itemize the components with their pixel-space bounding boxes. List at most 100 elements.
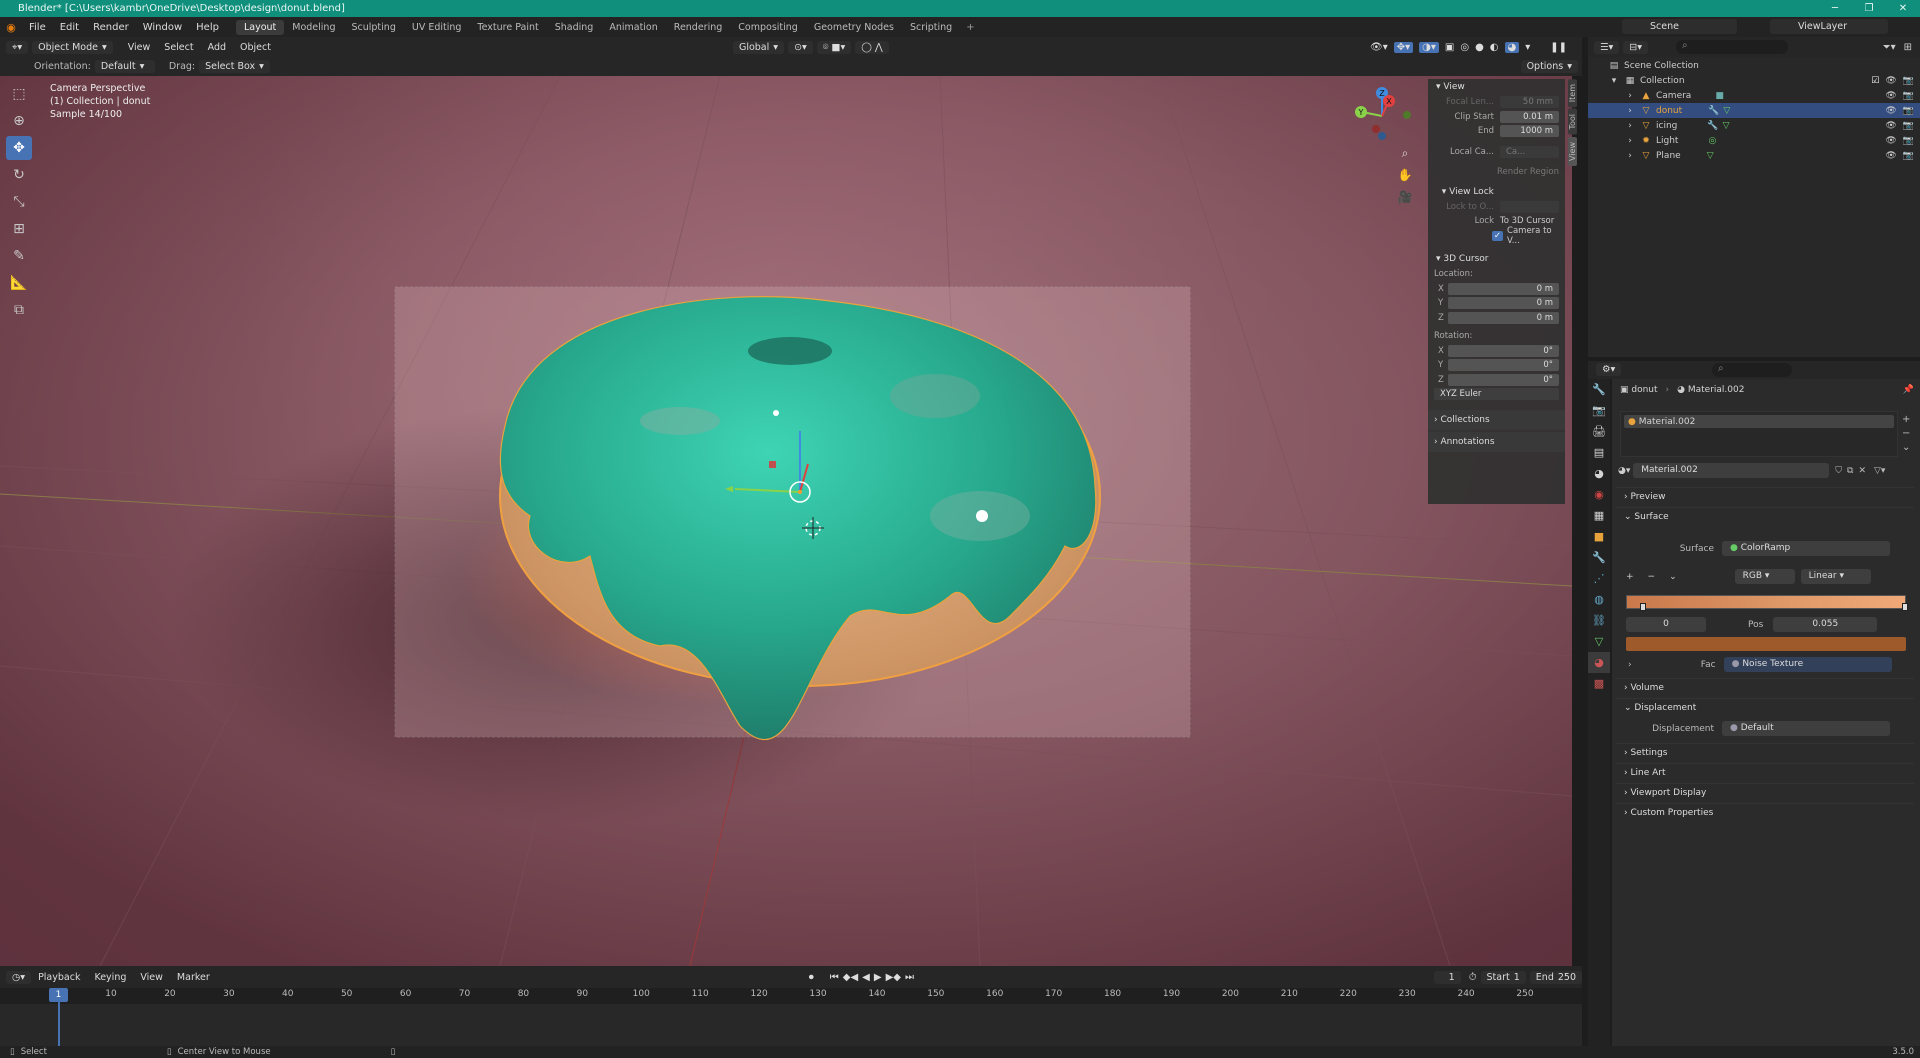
color-ramp-gradient[interactable] — [1626, 595, 1906, 609]
frame-end-field[interactable]: End 250 — [1529, 970, 1582, 984]
eye-icon[interactable]: 👁 — [1885, 91, 1896, 101]
rotation-mode-dropdown[interactable]: XYZ Euler — [1434, 388, 1559, 401]
workspace-tab-uv-editing[interactable]: UV Editing — [404, 20, 470, 35]
menu-render[interactable]: Render — [86, 22, 136, 33]
pin-icon[interactable]: 📌 — [1903, 385, 1914, 395]
cursor-rotation-x[interactable]: 0° — [1448, 344, 1559, 357]
color-stop-handle[interactable] — [1640, 603, 1646, 611]
camera-view-icon[interactable]: 🎥 — [1396, 190, 1414, 208]
stop-color-swatch[interactable] — [1626, 637, 1906, 651]
shading-material-icon[interactable]: ◐ — [1490, 42, 1499, 53]
displacement-panel-header[interactable]: ⌄ Displacement — [1616, 698, 1914, 716]
transform-tool-icon[interactable]: ⊞ — [6, 217, 32, 241]
chevron-right-icon[interactable]: › — [1624, 91, 1636, 101]
cursor-location-z[interactable]: 0 m — [1448, 311, 1559, 324]
stopwatch-icon[interactable]: ⏱ — [1469, 972, 1477, 983]
remove-stop-icon[interactable]: − — [1648, 572, 1656, 582]
outliner-row-camera[interactable]: › ▲ Camera ■ 👁 📷 — [1588, 88, 1920, 103]
add-stop-icon[interactable]: + — [1626, 572, 1634, 582]
gizmo-neg-y-ball[interactable] — [1403, 111, 1411, 119]
fake-user-icon[interactable]: ⛉ — [1835, 466, 1842, 476]
timeline-editor-type-icon[interactable]: ◷▾ — [6, 970, 32, 984]
add-cube-tool-icon[interactable]: ⧉ — [6, 298, 32, 322]
texture-tab-icon[interactable]: ▩ — [1588, 673, 1610, 694]
eye-icon[interactable]: 👁 — [1885, 76, 1896, 86]
menu-help[interactable]: Help — [189, 22, 226, 33]
blender-logo-icon[interactable]: ◉ — [0, 21, 22, 34]
workspace-tab-layout[interactable]: Layout — [235, 19, 285, 35]
orientation-dropdown[interactable]: Default ▾ — [94, 60, 155, 73]
play-reverse-icon[interactable]: ◀ — [862, 972, 870, 983]
slot-menu-icon[interactable]: ⌄ — [1902, 441, 1910, 455]
view-lock-header[interactable]: ▾ View Lock — [1428, 184, 1565, 200]
mode-dropdown[interactable]: Object Mode ▾ — [32, 40, 113, 54]
volume-panel-header[interactable]: › Volume — [1616, 678, 1914, 696]
visibility-icon[interactable]: 👁▾ — [1370, 42, 1388, 53]
viewport-menu-select[interactable]: Select — [157, 42, 200, 53]
line-art-panel-header[interactable]: › Line Art — [1616, 763, 1914, 781]
workspace-tab-animation[interactable]: Animation — [601, 20, 665, 35]
timeline-ruler[interactable]: 10 20 30 40 50 60 70 80 90 100 110 120 130 140 150 160 1… — [0, 988, 1582, 1004]
workspace-tab-modeling[interactable]: Modeling — [284, 20, 343, 35]
workspace-tab-sculpting[interactable]: Sculpting — [343, 20, 403, 35]
cursor-location-y[interactable]: 0 m — [1448, 297, 1559, 310]
3d-cursor-header[interactable]: ▾ 3D Cursor — [1428, 251, 1565, 267]
overlay-toggle-icon[interactable]: ◑▾ — [1419, 41, 1439, 53]
add-workspace-icon[interactable]: + — [960, 22, 980, 33]
menu-edit[interactable]: Edit — [53, 22, 86, 33]
frame-start-field[interactable]: Start 1 — [1480, 970, 1526, 984]
annotate-tool-icon[interactable]: ✎ — [6, 244, 32, 268]
chevron-down-icon[interactable]: ▾ — [1608, 76, 1620, 86]
new-collection-icon[interactable]: ⊞ — [1904, 42, 1912, 53]
interpolation-dropdown[interactable]: Linear ▾ — [1800, 569, 1871, 584]
object-tab-icon[interactable]: ■ — [1588, 526, 1610, 547]
particles-tab-icon[interactable]: ⋰ — [1588, 568, 1610, 589]
workspace-tab-scripting[interactable]: Scripting — [902, 20, 960, 35]
properties-search-field[interactable]: ⌕ — [1712, 363, 1792, 377]
play-icon[interactable]: ▶ — [874, 972, 882, 983]
rotate-tool-icon[interactable]: ↻ — [6, 163, 32, 187]
outliner-display-mode-icon[interactable]: ⊟▾ — [1623, 40, 1649, 54]
workspace-tab-rendering[interactable]: Rendering — [666, 20, 731, 35]
cursor-rotation-z[interactable]: 0° — [1448, 373, 1559, 386]
timeline-menu-playback[interactable]: Playback — [31, 972, 87, 983]
add-slot-icon[interactable]: + — [1902, 413, 1910, 427]
workspace-tab-compositing[interactable]: Compositing — [730, 20, 806, 35]
camera-render-icon[interactable]: 📷 — [1903, 136, 1914, 146]
camera-render-icon[interactable]: 📷 — [1903, 91, 1914, 101]
workspace-tab-texture-paint[interactable]: Texture Paint — [469, 20, 546, 35]
settings-panel-header[interactable]: › Settings — [1616, 743, 1914, 761]
timeline-menu-keying[interactable]: Keying — [87, 972, 133, 983]
unlink-material-icon[interactable]: ✕ — [1858, 466, 1866, 476]
view-layer-selector[interactable]: ViewLayer — [1770, 19, 1888, 34]
snap-icon[interactable]: ⌾ ■▾ — [816, 40, 852, 54]
scene-selector[interactable]: Scene — [1622, 19, 1737, 34]
jump-end-icon[interactable]: ⏭ — [905, 972, 914, 983]
gizmo-neg-x-ball[interactable] — [1372, 125, 1380, 133]
render-region-checkbox[interactable]: Render Region — [1497, 167, 1559, 177]
scene-tab-icon[interactable]: ◕ — [1588, 463, 1610, 484]
camera-render-icon[interactable]: 📷 — [1903, 151, 1914, 161]
pivot-icon[interactable]: ⊙▾ — [788, 40, 813, 54]
gizmo-toggle-icon[interactable]: ✥▾ — [1393, 41, 1414, 53]
exclude-checkbox-icon[interactable]: ☑ — [1871, 76, 1879, 86]
duplicate-material-icon[interactable]: ⧉ — [1847, 466, 1853, 476]
to-3d-cursor-checkbox[interactable]: To 3D Cursor — [1500, 216, 1554, 226]
collections-panel-header[interactable]: › Collections — [1428, 409, 1565, 430]
proportional-edit-icon[interactable]: ◯ ⋀ — [855, 40, 889, 54]
camera-render-icon[interactable]: 📷 — [1903, 121, 1914, 131]
material-name-field[interactable]: Material.002 — [1633, 463, 1830, 478]
next-keyframe-icon[interactable]: ▶◆ — [886, 972, 901, 983]
material-slot-row[interactable]: ● Material.002 — [1624, 415, 1894, 428]
timeline-menu-marker[interactable]: Marker — [170, 972, 217, 983]
tab-tool[interactable]: Tool — [1568, 109, 1577, 135]
surface-panel-header[interactable]: ⌄ Surface — [1616, 507, 1914, 525]
shading-solid-icon[interactable]: ● — [1475, 42, 1484, 53]
displacement-input-field[interactable]: ● Default — [1722, 721, 1890, 736]
outliner-row-scene-collection[interactable]: ▤ Scene Collection — [1588, 58, 1920, 73]
measure-tool-icon[interactable]: 📐 — [6, 271, 32, 295]
outliner-row-plane[interactable]: › ▽ Plane ▽ 👁 📷 — [1588, 148, 1920, 163]
stop-position-field[interactable]: 0.055 — [1773, 617, 1878, 632]
outliner-row-donut[interactable]: › ▽ donut 🔧 ▽ 👁 📷 — [1588, 103, 1920, 118]
select-box-tool-icon[interactable]: ⬚ — [6, 82, 32, 106]
